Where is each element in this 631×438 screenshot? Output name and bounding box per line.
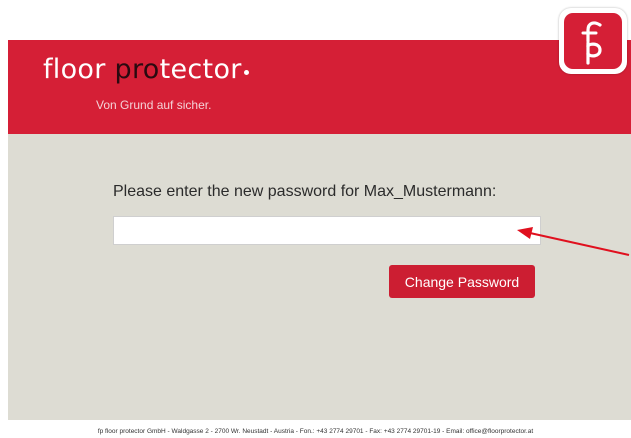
change-password-button[interactable]: Change Password <box>389 265 535 298</box>
brand-name-part1: floor <box>43 54 115 85</box>
new-password-input[interactable] <box>113 216 541 245</box>
brand-dot <box>243 70 249 75</box>
fp-logo-icon <box>564 13 622 69</box>
page: floor protector Von Grund auf sicher. Pl… <box>0 0 631 438</box>
password-prompt: Please enter the new password for Max_Mu… <box>113 183 497 200</box>
brand-logo-text: floor protector <box>43 54 249 85</box>
brand-tagline: Von Grund auf sicher. <box>96 98 212 112</box>
fp-logo-badge <box>559 8 627 74</box>
header-banner: floor protector Von Grund auf sicher. <box>8 40 631 134</box>
footer-address: fp floor protector GmbH - Waldgasse 2 - … <box>97 428 534 435</box>
brand-name-highlight: pro <box>114 54 160 85</box>
fp-monogram-icon <box>581 21 602 65</box>
password-reset-panel: Please enter the new password for Max_Mu… <box>8 134 631 420</box>
brand-name-part2: tector <box>159 54 242 85</box>
